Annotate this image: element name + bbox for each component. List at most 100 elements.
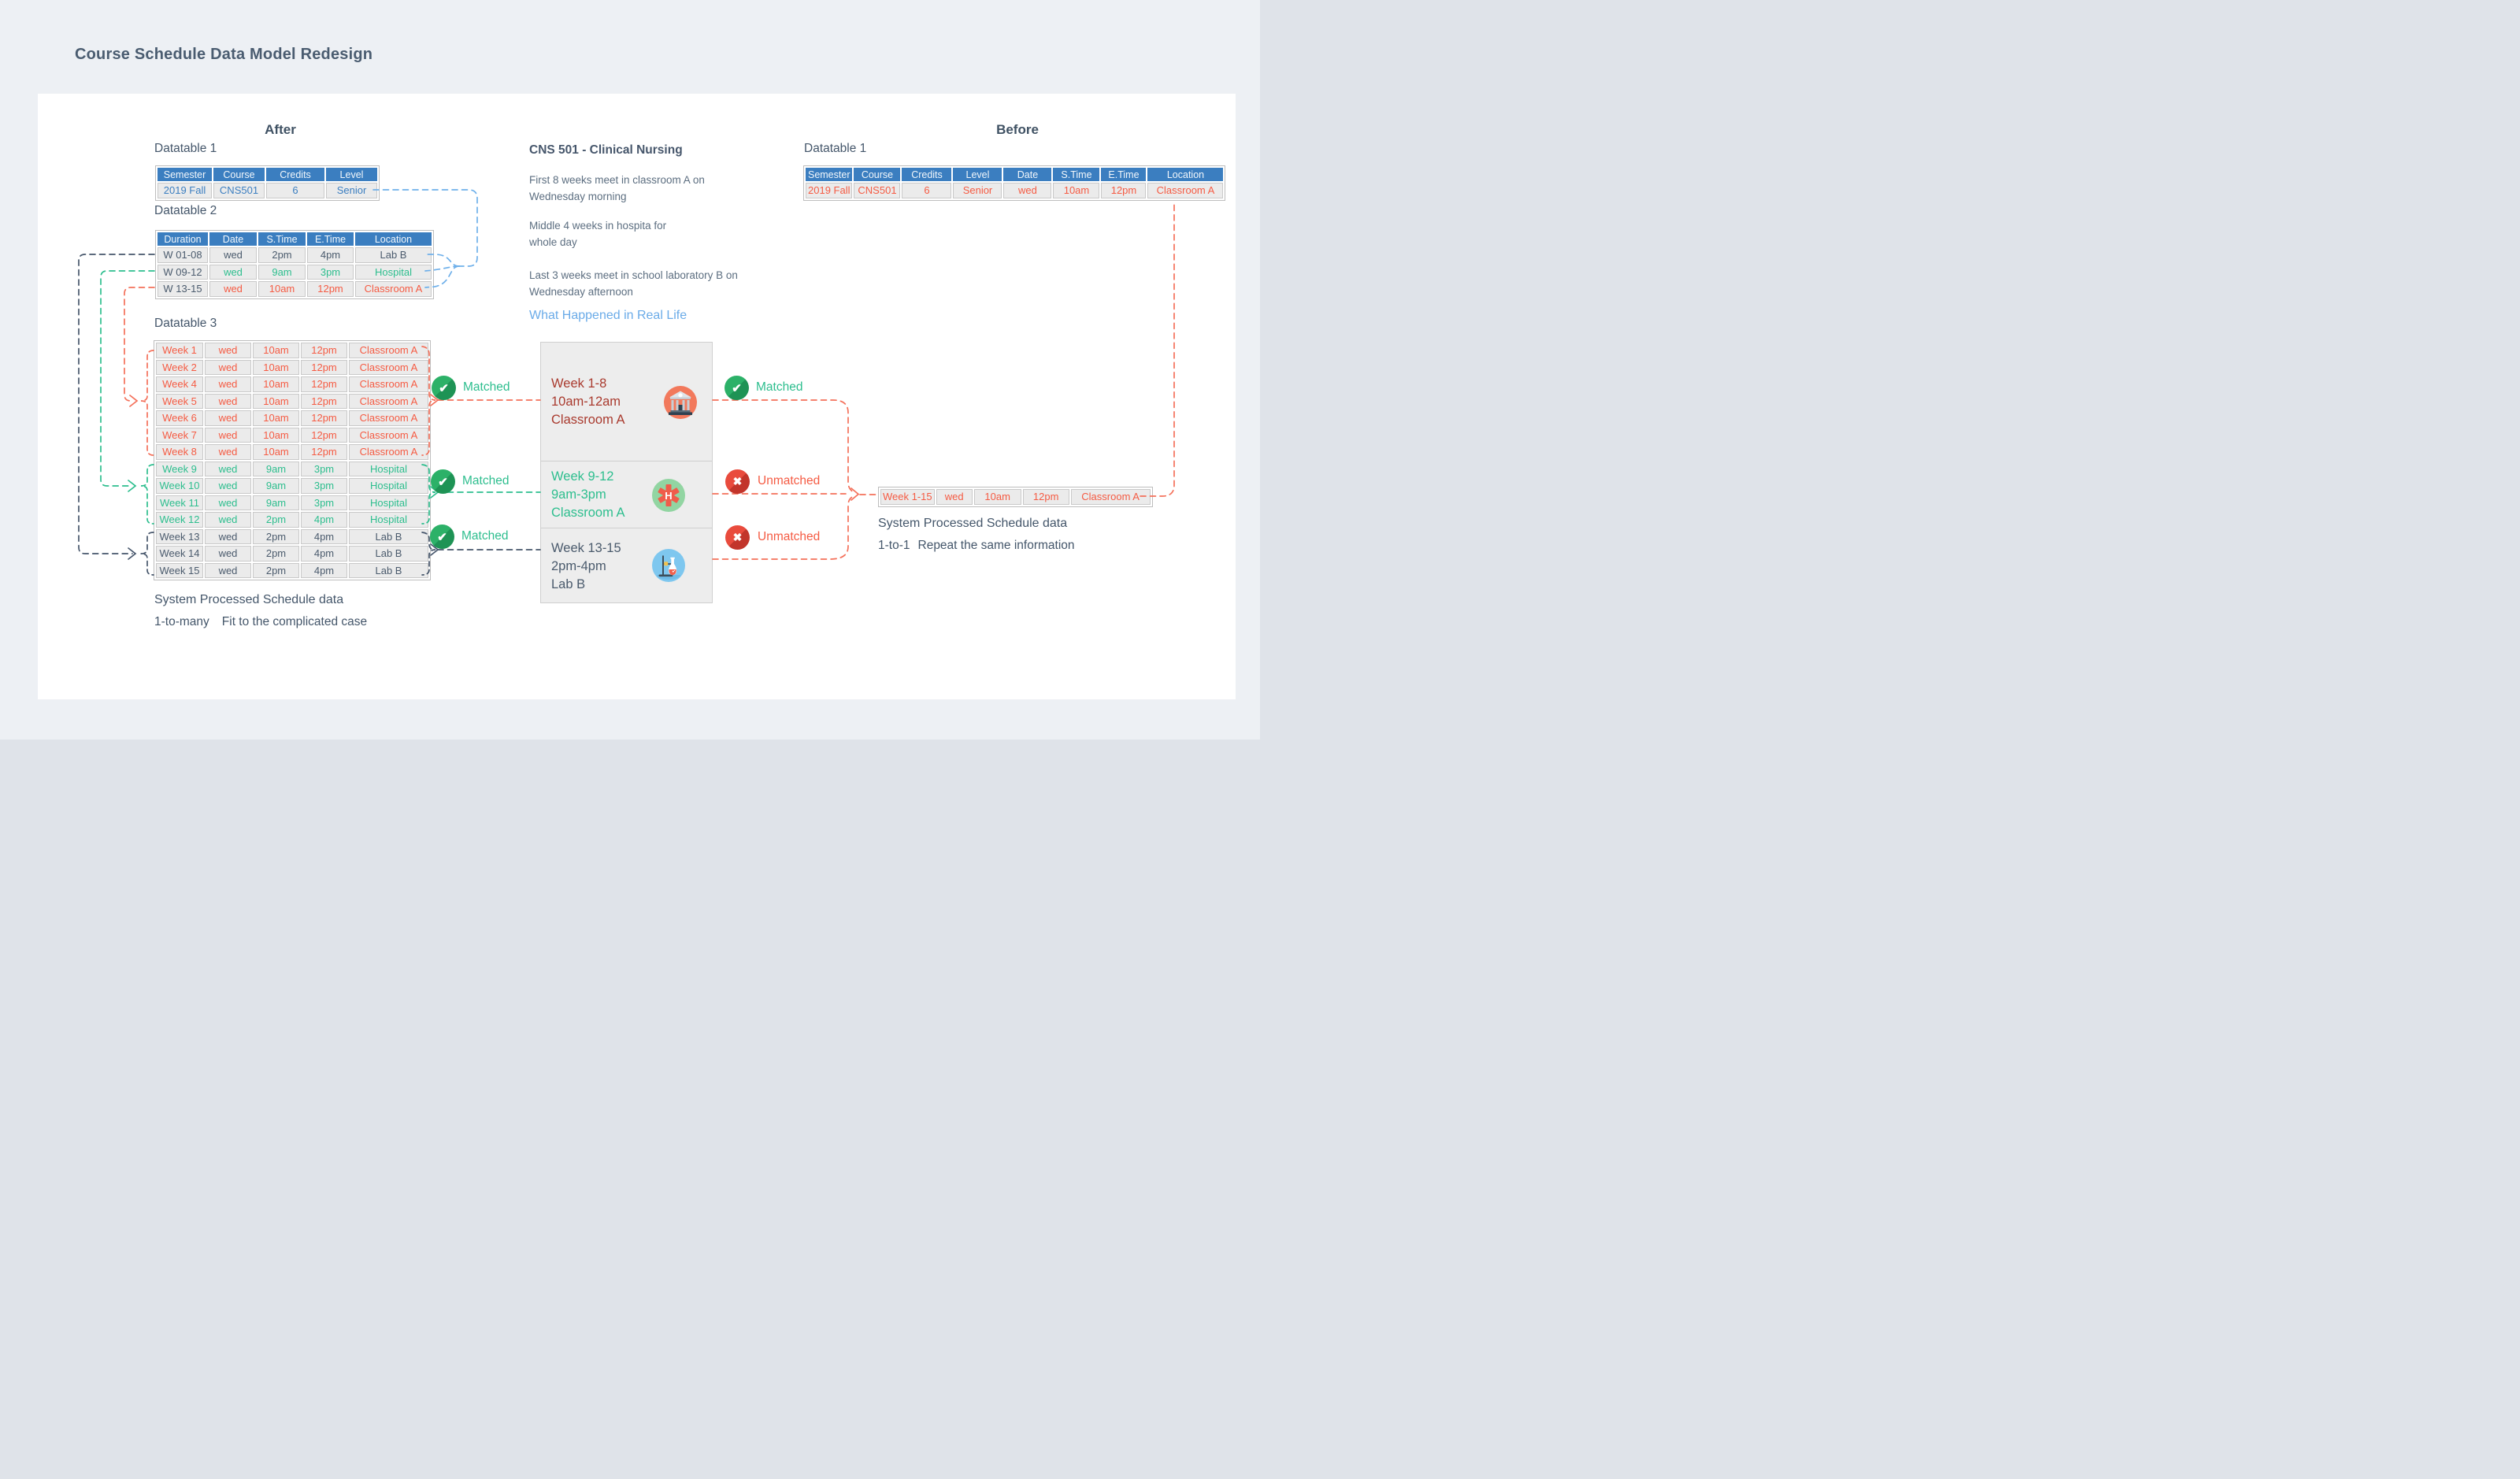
check-icon: ✔: [432, 376, 456, 400]
table-cell: 12pm: [301, 376, 347, 392]
table-cell: Hospital: [355, 265, 432, 280]
table-cell: 12pm: [301, 444, 347, 460]
table-cell: Week 1: [156, 343, 203, 358]
column-header: Location: [355, 232, 432, 246]
table-row: Week 5wed10am12pmClassroom A: [156, 394, 428, 410]
column-header: S.Time: [258, 232, 306, 246]
table-cell: Week 12: [156, 512, 203, 528]
table-cell: 6: [902, 183, 951, 198]
table-row: Week 11wed9am3pmHospital: [156, 495, 428, 511]
table-cell: 9am: [253, 495, 299, 511]
table-row: Week 8wed10am12pmClassroom A: [156, 444, 428, 460]
unmatched-label-2: Unmatched: [758, 530, 820, 544]
column-header: Course: [213, 168, 265, 181]
table-cell: Classroom A: [349, 343, 428, 358]
check-icon: ✔: [430, 525, 454, 549]
after-caption-line1: System Processed Schedule data: [154, 593, 343, 607]
column-header: Location: [1147, 168, 1223, 181]
table-cell: Classroom A: [349, 376, 428, 392]
table-cell: Hospital: [349, 461, 428, 477]
table-cell: Week 9: [156, 461, 203, 477]
matched-label-1: Matched: [463, 380, 510, 395]
page-title: Course Schedule Data Model Redesign: [75, 46, 372, 64]
column-header: Credits: [902, 168, 951, 181]
table-row: Week 2wed10am12pmClassroom A: [156, 360, 428, 376]
table-cell: Week 8: [156, 444, 203, 460]
table-cell: 12pm: [301, 360, 347, 376]
table-cell: 10am: [253, 343, 299, 358]
table-cell: Hospital: [349, 495, 428, 511]
lab-flask-icon: [652, 549, 685, 582]
datatable1-before-label: Datatable 1: [804, 142, 866, 156]
before-caption-line2: 1-to-1Repeat the same information: [878, 539, 1075, 553]
check-icon: ✔: [724, 376, 749, 400]
table-cell: 10am: [253, 360, 299, 376]
column-header: Date: [209, 232, 257, 246]
table-cell: 2pm: [258, 247, 306, 263]
column-header: Level: [326, 168, 377, 181]
datatable2-label: Datatable 2: [154, 204, 217, 218]
school-building-icon: [664, 386, 697, 419]
table-cell: 10am: [253, 376, 299, 392]
table-cell: Lab B: [349, 546, 428, 562]
table-cell: 12pm: [1023, 489, 1069, 505]
table-cell: Senior: [953, 183, 1002, 198]
table-cell: wed: [205, 444, 251, 460]
table-cell: Lab B: [355, 247, 432, 263]
table-cell: Week 6: [156, 410, 203, 426]
column-header: Semester: [806, 168, 852, 181]
table-cell: Classroom A: [349, 428, 428, 443]
table-cell: 9am: [258, 265, 306, 280]
check-icon: ✔: [431, 469, 455, 494]
after-caption-rest: Fit to the complicated case: [222, 615, 367, 628]
course-paragraph-1: First 8 weeks meet in classroom A on Wed…: [529, 172, 705, 205]
table-cell: 10am: [253, 428, 299, 443]
medical-star-icon: H: [652, 479, 685, 512]
table-cell: wed: [936, 489, 973, 505]
table-cell: wed: [205, 428, 251, 443]
table-cell: Lab B: [349, 529, 428, 545]
table-cell: 12pm: [301, 410, 347, 426]
unmatched-label-1: Unmatched: [758, 474, 820, 488]
datatable-1-after: SemesterCourseCreditsLevel2019 FallCNS50…: [155, 165, 380, 201]
table-cell: Hospital: [349, 478, 428, 494]
table-cell: wed: [209, 281, 257, 297]
table-cell: CNS501: [213, 183, 265, 198]
table-cell: Classroom A: [349, 444, 428, 460]
table-cell: 12pm: [301, 428, 347, 443]
table-row: W 01-08wed2pm4pmLab B: [158, 247, 432, 263]
table-cell: CNS501: [854, 183, 900, 198]
table-cell: wed: [205, 512, 251, 528]
table-cell: 6: [266, 183, 324, 198]
table-cell: 10am: [253, 444, 299, 460]
table-cell: 12pm: [307, 281, 354, 297]
table-cell: wed: [1003, 183, 1051, 198]
table-cell: 3pm: [301, 461, 347, 477]
course-paragraph-3: Last 3 weeks meet in school laboratory B…: [529, 267, 738, 300]
table-row: W 09-12wed9am3pmHospital: [158, 265, 432, 280]
table-cell: 12pm: [301, 343, 347, 358]
table-cell: W 01-08: [158, 247, 208, 263]
table-cell: wed: [205, 410, 251, 426]
table-row: Week 1-15wed10am12pmClassroom A: [880, 489, 1151, 505]
before-caption-line1: System Processed Schedule data: [878, 517, 1067, 531]
table-cell: Week 2: [156, 360, 203, 376]
table-cell: wed: [209, 247, 257, 263]
table-cell: Classroom A: [1147, 183, 1223, 198]
table-row: Week 4wed10am12pmClassroom A: [156, 376, 428, 392]
after-caption-keyword: 1-to-many: [154, 615, 209, 628]
table-cell: 10am: [1053, 183, 1099, 198]
real-life-heading: What Happened in Real Life: [529, 309, 687, 323]
table-cell: 12pm: [1101, 183, 1146, 198]
column-header: Semester: [158, 168, 212, 181]
table-row: Week 6wed10am12pmClassroom A: [156, 410, 428, 426]
table-cell: 4pm: [301, 512, 347, 528]
after-caption-line2: 1-to-many Fit to the complicated case: [154, 615, 367, 629]
table-cell: Week 5: [156, 394, 203, 410]
table-cell: wed: [205, 376, 251, 392]
table-cell: Classroom A: [349, 410, 428, 426]
table-cell: Week 4: [156, 376, 203, 392]
table-cell: 9am: [253, 478, 299, 494]
matched-label-2: Matched: [462, 474, 509, 488]
after-heading: After: [233, 122, 328, 138]
